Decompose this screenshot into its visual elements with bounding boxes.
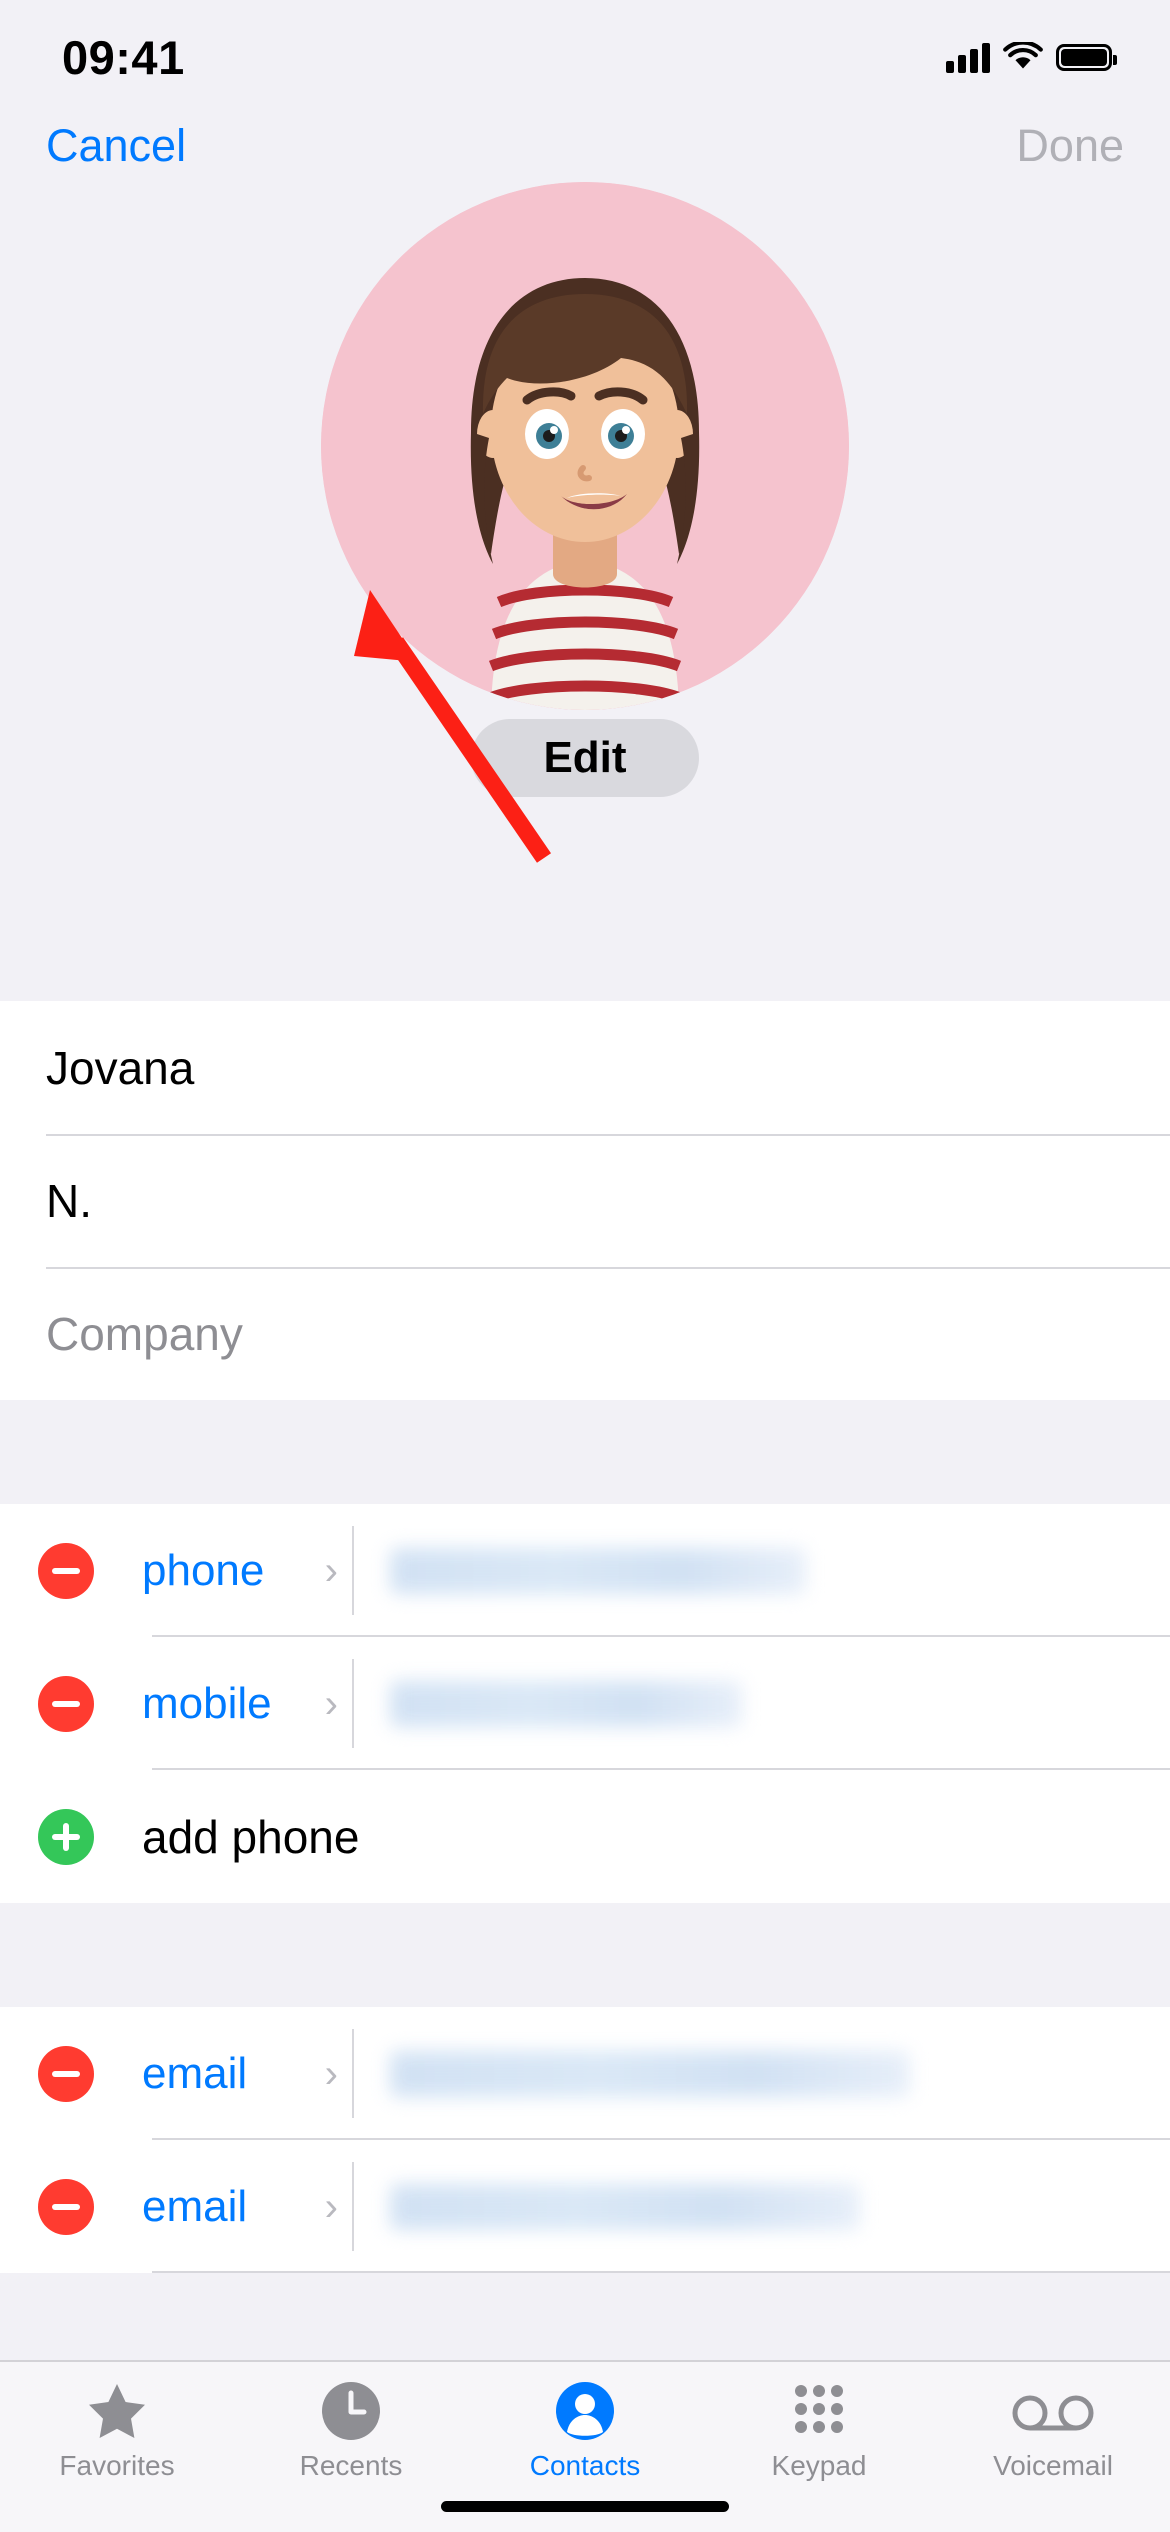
- email-label-cell-2[interactable]: email ›: [142, 2140, 354, 2273]
- email-section: email › email ›: [0, 2007, 1170, 2273]
- phone-label: phone: [142, 1545, 265, 1595]
- keypad-icon: [788, 2380, 850, 2442]
- company-placeholder: Company: [46, 1307, 243, 1360]
- signal-bars-icon: [946, 41, 990, 73]
- email-value-redacted-1[interactable]: [390, 2050, 910, 2097]
- email-label-cell-1[interactable]: email ›: [142, 2007, 354, 2140]
- minus-circle-icon[interactable]: [38, 1542, 94, 1599]
- navigation-bar: Cancel Done: [0, 100, 1170, 192]
- email-label: email: [142, 2181, 248, 2231]
- tab-recents[interactable]: Recents: [234, 2380, 468, 2482]
- person-circle-icon: [554, 2380, 616, 2442]
- phone-label-cell[interactable]: phone ›: [142, 1504, 354, 1637]
- plus-circle-icon[interactable]: [38, 1808, 94, 1865]
- section-gap-1: [0, 1400, 1170, 1504]
- wifi-icon: [1003, 42, 1043, 69]
- tab-favorites-label: Favorites: [59, 2450, 175, 2481]
- company-field[interactable]: Company: [0, 1267, 1170, 1400]
- mobile-label: mobile: [142, 1678, 272, 1728]
- first-name-field[interactable]: Jovana: [0, 1001, 1170, 1134]
- chevron-right-icon: ›: [324, 1681, 338, 1726]
- last-name-field[interactable]: N.: [0, 1134, 1170, 1267]
- phone-entry-row[interactable]: phone ›: [0, 1504, 1170, 1637]
- star-icon: [86, 2380, 148, 2442]
- email-entry-row-2[interactable]: email ›: [0, 2140, 1170, 2273]
- phone-screen: 09:41 Cancel Done Edit Jovana N. Company…: [0, 0, 1170, 2532]
- email-value-redacted-2[interactable]: [390, 2183, 860, 2230]
- battery-icon: [1056, 43, 1117, 71]
- edit-avatar-button[interactable]: Edit: [471, 719, 699, 797]
- minus-circle-icon[interactable]: [38, 1675, 94, 1732]
- tab-contacts[interactable]: Contacts: [468, 2380, 702, 2482]
- voicemail-icon: [1010, 2380, 1096, 2442]
- avatar-section: Edit: [0, 182, 1170, 992]
- email-entry-row-1[interactable]: email ›: [0, 2007, 1170, 2140]
- email-label: email: [142, 2048, 248, 2098]
- phone-value-redacted[interactable]: [390, 1547, 806, 1594]
- phone-section: phone › mobile › add phone: [0, 1504, 1170, 1903]
- tab-keypad-label: Keypad: [771, 2450, 867, 2481]
- tab-recents-label: Recents: [299, 2450, 403, 2481]
- first-name-value: Jovana: [46, 1041, 195, 1094]
- last-name-value: N.: [46, 1174, 92, 1227]
- tab-contacts-label: Contacts: [529, 2450, 641, 2481]
- tab-voicemail-label: Voicemail: [993, 2450, 1113, 2481]
- add-phone-row[interactable]: add phone: [0, 1770, 1170, 1903]
- minus-circle-icon[interactable]: [38, 2045, 94, 2102]
- minus-circle-icon[interactable]: [38, 2178, 94, 2235]
- status-indicators: [946, 41, 1117, 73]
- chevron-right-icon: ›: [324, 1548, 338, 1593]
- home-indicator[interactable]: [441, 2501, 729, 2512]
- chevron-right-icon: ›: [324, 2184, 338, 2229]
- chevron-right-icon: ›: [324, 2051, 338, 2096]
- tab-voicemail[interactable]: Voicemail: [936, 2380, 1170, 2482]
- tab-keypad[interactable]: Keypad: [702, 2380, 936, 2482]
- section-gap-2: [0, 1903, 1170, 2007]
- tab-favorites[interactable]: Favorites: [0, 2380, 234, 2482]
- avatar[interactable]: [321, 182, 849, 710]
- status-bar: 09:41: [0, 0, 1170, 100]
- mobile-label-cell[interactable]: mobile ›: [142, 1637, 354, 1770]
- cancel-button[interactable]: Cancel: [46, 120, 186, 172]
- done-button[interactable]: Done: [1016, 120, 1124, 172]
- status-time: 09:41: [62, 30, 185, 84]
- name-fields-section: Jovana N. Company: [0, 1001, 1170, 1400]
- mobile-entry-row[interactable]: mobile ›: [0, 1637, 1170, 1770]
- mobile-value-redacted[interactable]: [390, 1680, 742, 1727]
- add-phone-label: add phone: [142, 1810, 360, 1863]
- clock-icon: [320, 2380, 382, 2442]
